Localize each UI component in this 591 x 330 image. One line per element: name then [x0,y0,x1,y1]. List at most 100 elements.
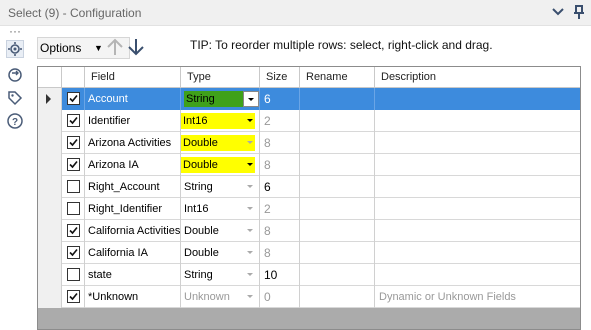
table-row[interactable]: Account String 6 [38,88,580,110]
type-select[interactable]: String [181,88,260,110]
size-cell[interactable]: 2 [260,198,300,220]
move-up-icon[interactable] [105,36,125,58]
connection-icon[interactable] [6,66,24,84]
description-field[interactable] [375,220,580,242]
rename-field[interactable] [300,198,375,220]
type-select[interactable]: Int16 [181,110,260,132]
header-type[interactable]: Type [181,67,260,88]
select-checkbox[interactable] [67,92,80,105]
row-indicator[interactable] [38,286,62,308]
select-checkbox[interactable] [67,158,80,171]
description-field[interactable] [375,110,580,132]
description-field[interactable] [375,132,580,154]
move-down-icon[interactable] [126,36,146,58]
rename-field[interactable] [300,264,375,286]
size-cell[interactable]: 6 [260,176,300,198]
row-indicator[interactable] [38,176,62,198]
help-icon[interactable]: ? [6,112,24,130]
dropdown-arrow-icon[interactable] [243,201,259,217]
header-description[interactable]: Description [375,67,580,88]
description-field[interactable] [375,154,580,176]
size-cell[interactable]: 8 [260,242,300,264]
table-row[interactable]: Right_Identifier Int16 2 [38,198,580,220]
description-field[interactable] [375,176,580,198]
size-cell[interactable]: 8 [260,132,300,154]
size-cell[interactable]: 6 [260,88,300,110]
select-checkbox[interactable] [67,202,80,215]
type-value: String [184,269,213,281]
row-indicator[interactable] [38,154,62,176]
type-select[interactable]: Double [181,132,260,154]
header-size[interactable]: Size [260,67,300,88]
type-value: Double [184,225,219,237]
row-indicator[interactable] [38,242,62,264]
type-value: Int16 [184,203,209,215]
select-checkbox[interactable] [67,114,80,127]
dropdown-arrow-icon[interactable] [243,135,259,151]
table-row[interactable]: California IA Double 8 [38,242,580,264]
type-select[interactable]: Double [181,220,260,242]
rename-field[interactable] [300,242,375,264]
header-field[interactable]: Field [85,67,181,88]
select-checkbox[interactable] [67,136,80,149]
rename-field[interactable] [300,154,375,176]
description-field[interactable] [375,242,580,264]
row-indicator[interactable] [38,132,62,154]
row-indicator[interactable] [38,198,62,220]
size-cell[interactable]: 2 [260,110,300,132]
dropdown-arrow-icon[interactable] [243,157,259,173]
table-row[interactable]: Right_Account String 6 [38,176,580,198]
type-select[interactable]: String [181,264,260,286]
dropdown-arrow-icon[interactable] [243,179,259,195]
rename-field[interactable] [300,110,375,132]
row-indicator[interactable] [38,264,62,286]
select-checkbox[interactable] [67,246,80,259]
dropdown-arrow-icon[interactable] [243,113,259,129]
rename-field[interactable] [300,88,375,110]
select-checkbox-cell [62,242,85,264]
size-cell[interactable]: 8 [260,220,300,242]
field-name-cell: state [85,264,181,286]
table-row[interactable]: Arizona IA Double 8 [38,154,580,176]
table-row[interactable]: state String 10 [38,264,580,286]
size-cell[interactable]: 0 [260,286,300,308]
header-rename[interactable]: Rename [300,67,375,88]
type-select[interactable]: Double [181,242,260,264]
select-checkbox[interactable] [67,290,80,303]
select-checkbox[interactable] [67,224,80,237]
description-field[interactable] [375,198,580,220]
description-field[interactable] [375,88,580,110]
chevron-down-icon[interactable] [550,4,566,20]
row-indicator[interactable] [38,220,62,242]
dropdown-arrow-icon[interactable] [243,245,259,261]
caret-down-icon: ▼ [94,43,103,53]
rename-field[interactable] [300,286,375,308]
select-checkbox[interactable] [67,268,80,281]
dropdown-arrow-icon[interactable] [243,91,259,107]
tag-icon[interactable] [6,89,24,107]
description-field[interactable] [375,264,580,286]
rename-field[interactable] [300,220,375,242]
type-select[interactable]: String [181,176,260,198]
table-row[interactable]: *Unknown Unknown 0 Dynamic or Unknown Field… [38,286,580,308]
table-row[interactable]: California Activities Double 8 [38,220,580,242]
type-select[interactable]: Double [181,154,260,176]
type-select[interactable]: Unknown [181,286,260,308]
more-dots-icon: ··· [9,24,21,38]
size-cell[interactable]: 10 [260,264,300,286]
row-indicator[interactable] [38,110,62,132]
rename-field[interactable] [300,176,375,198]
configuration-icon[interactable] [6,40,24,58]
rename-field[interactable] [300,132,375,154]
pin-icon[interactable] [571,4,587,20]
table-row[interactable]: Arizona Activities Double 8 [38,132,580,154]
dropdown-arrow-icon[interactable] [243,267,259,283]
size-cell[interactable]: 8 [260,154,300,176]
description-field[interactable]: Dynamic or Unknown Fields [375,286,580,308]
row-indicator[interactable] [38,88,62,110]
dropdown-arrow-icon[interactable] [243,289,259,305]
dropdown-arrow-icon[interactable] [243,223,259,239]
select-checkbox[interactable] [67,180,80,193]
type-select[interactable]: Int16 [181,198,260,220]
table-row[interactable]: Identifier Int16 2 [38,110,580,132]
